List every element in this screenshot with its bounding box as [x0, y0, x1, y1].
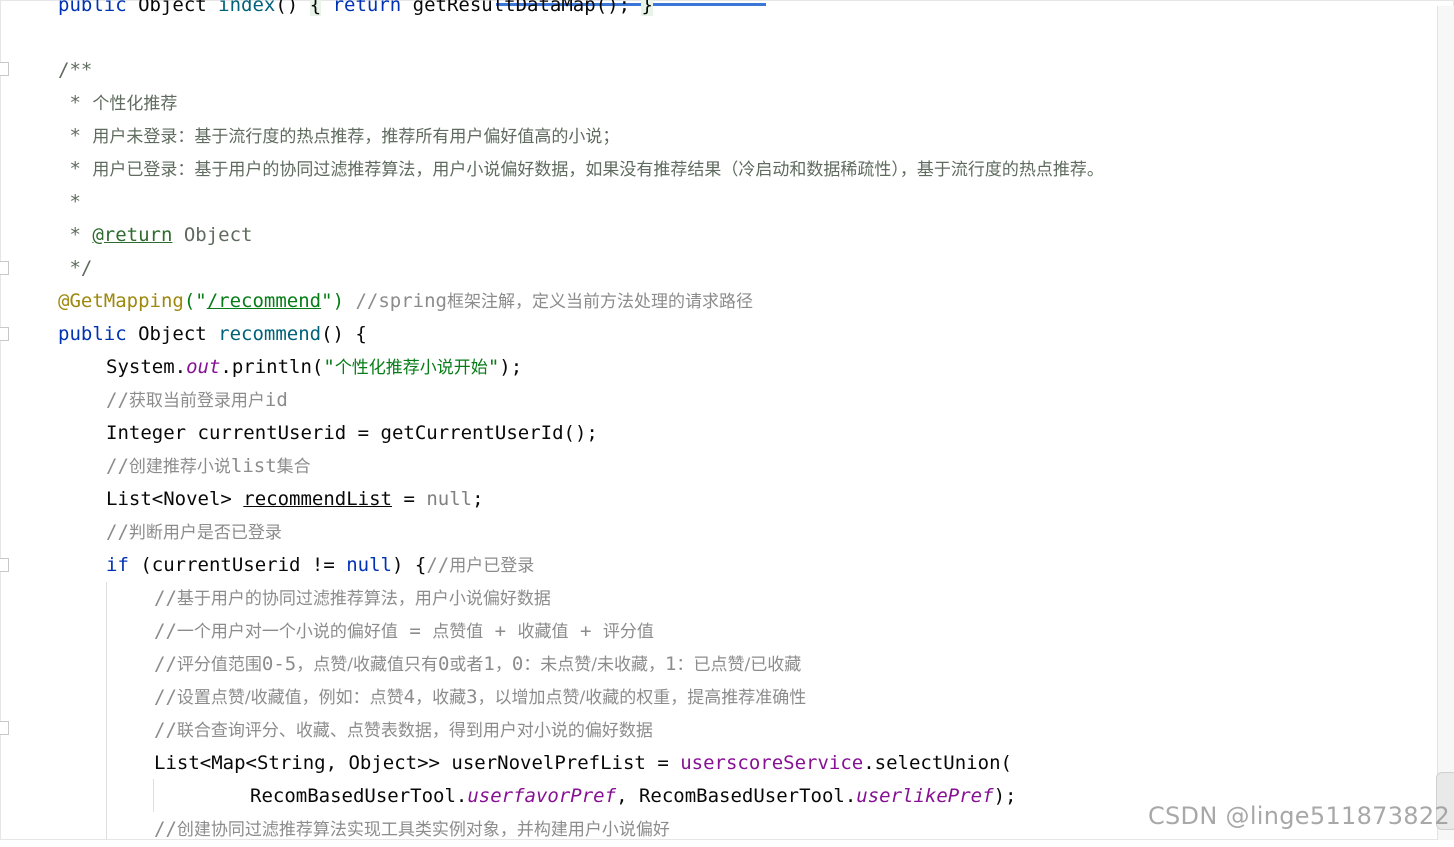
code-line-9: @GetMapping("/recommend") //spring框架注解，定…	[58, 290, 753, 312]
code-line-24: RecomBasedUserTool.userfavorPref, RecomB…	[250, 785, 1017, 807]
code-line-2: /**	[58, 59, 93, 81]
code-line-10: public Object recommend() {	[58, 323, 367, 345]
code-line-22: //联合查询评分、收藏、点赞表数据，得到用户对小说的偏好数据	[154, 719, 653, 741]
code-line-12: //获取当前登录用户id	[106, 389, 288, 411]
code-line-19: //一个用户对一个小说的偏好值 = 点赞值 + 收藏值 + 评分值	[154, 620, 654, 642]
code-line-7: * @return Object	[58, 224, 253, 246]
indent-guide	[153, 779, 154, 812]
code-line-17: if (currentUserid != null) {//用户已登录	[106, 554, 535, 576]
code-line-15: List<Novel> recommendList = null;	[106, 488, 484, 510]
code-line-8: */	[58, 257, 93, 279]
code-line-16: //判断用户是否已登录	[106, 521, 282, 543]
code-line-25: //创建协同过滤推荐算法实现工具类实例对象，并构建用户小说偏好	[154, 818, 670, 840]
code-line-3: * 个性化推荐	[58, 92, 178, 114]
indent-guide	[106, 582, 107, 840]
code-line-23: List<Map<String, Object>> userNovelPrefL…	[154, 752, 1012, 774]
code-line-13: Integer currentUserid = getCurrentUserId…	[106, 422, 598, 444]
code-line-4: * 用户未登录：基于流行度的热点推荐，推荐所有用户偏好值高的小说；	[58, 125, 620, 147]
code-line-20: //评分值范围0-5，点赞/收藏值只有0或者1，0：未点赞/未收藏，1：已点赞/…	[154, 653, 802, 675]
code-line-5: * 用户已登录：基于用户的协同过滤推荐算法，用户小说偏好数据，如果没有推荐结果（…	[58, 158, 1104, 180]
code-line-1: public Object index() { return getResult…	[58, 0, 653, 22]
csdn-watermark: CSDN @linge511873822	[1147, 802, 1450, 830]
code-editor[interactable]: public Object index() { return getResult…	[0, 0, 1440, 840]
code-line-18: //基于用户的协同过滤推荐算法，用户小说偏好数据	[154, 587, 551, 609]
code-line-11: System.out.println("个性化推荐小说开始");	[106, 356, 523, 378]
code-line-21: //设置点赞/收藏值，例如：点赞4，收藏3，以增加点赞/收藏的权重，提高推荐准确…	[154, 686, 807, 708]
code-line-6: *	[58, 191, 81, 213]
code-line-14: //创建推荐小说list集合	[106, 455, 311, 477]
